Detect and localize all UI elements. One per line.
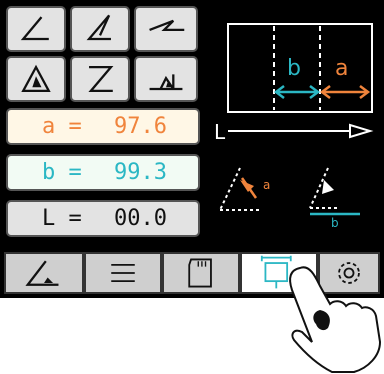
mode-button-z-offset[interactable] (134, 6, 198, 52)
z-bend-icon (88, 65, 114, 93)
mode-button-double-angle[interactable] (70, 6, 130, 52)
value-field-L[interactable]: L = 00.0 (6, 200, 200, 237)
mode-button-filled-triangle[interactable] (6, 56, 66, 102)
value-a-number: 97.6 (114, 114, 167, 139)
value-b-number: 99.3 (114, 160, 167, 185)
value-L-number: 00.0 (114, 206, 167, 231)
value-L-label: L = (42, 206, 82, 231)
diagram-label-L: L (214, 120, 226, 144)
value-a-label: a = (42, 114, 82, 139)
corner-angle-icon (20, 16, 49, 41)
sd-card-icon (188, 258, 212, 288)
tab-angle[interactable] (4, 252, 84, 294)
value-field-a[interactable]: a = 97.6 (6, 108, 200, 145)
value-b-label: b = (42, 160, 82, 185)
pointing-hand-icon (289, 266, 382, 373)
angle-icon (25, 260, 59, 286)
menu-icon (111, 263, 135, 283)
mode-button-flat-triangle[interactable] (134, 56, 198, 102)
flat-triangle-icon (149, 74, 183, 91)
diagram-small-a: a (263, 178, 271, 192)
diagram-panel: b a L a b (210, 0, 384, 246)
tab-menu[interactable] (84, 252, 162, 294)
value-field-b[interactable]: b = 99.3 (6, 154, 200, 191)
mode-button-z-bend[interactable] (70, 56, 130, 102)
double-angle-icon (86, 14, 111, 41)
device-screen: a = 97.6 b = 99.3 L = 00.0 b a L a b (0, 0, 384, 298)
diagram-small-b: b (331, 216, 339, 230)
z-offset-icon (149, 19, 185, 32)
filled-triangle-icon (21, 64, 51, 93)
tab-memory[interactable] (162, 252, 240, 294)
diagram-label-a: a (335, 56, 349, 81)
diagram-label-b: b (287, 56, 301, 81)
mode-button-corner-angle[interactable] (6, 6, 66, 52)
